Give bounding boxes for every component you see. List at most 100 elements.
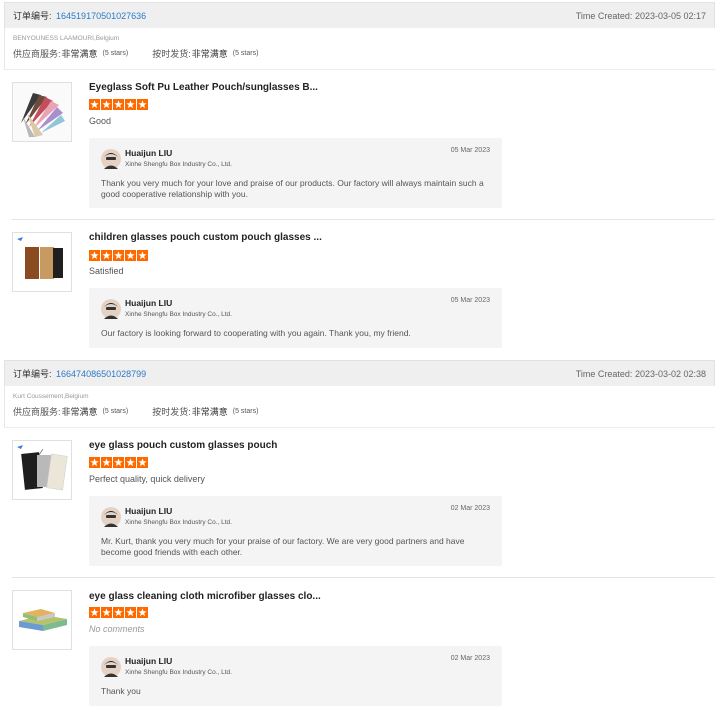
- cleaning-cloth-image: [13, 591, 71, 649]
- rating-value: 非常满意: [191, 407, 228, 417]
- reply-text: Thank you: [101, 686, 141, 696]
- product-title[interactable]: eye glass pouch custom glasses pouch: [89, 440, 277, 451]
- pouch-fan-image: [13, 83, 71, 141]
- reply-company: Xinhe Shengfu Box Industry Co., Ltd.: [125, 669, 232, 676]
- supplier-ratings: 供应商服务: 非常满意 (5 stars) 按时发货: 非常满意 (5 star…: [13, 405, 707, 418]
- reply-text: Our factory is looking forward to cooper…: [101, 328, 411, 338]
- product-thumbnail[interactable]: [12, 440, 72, 500]
- rating-value: 非常满意: [61, 49, 98, 59]
- star-icon: [113, 457, 124, 468]
- star-icon: [137, 99, 148, 110]
- order-card: 订单编号: 166474086501028799 Time Created: 2…: [4, 360, 715, 720]
- rating-stars-text: (5 stars): [102, 408, 129, 415]
- star-rating: [89, 99, 149, 110]
- time-created-label: Time Created:: [575, 368, 633, 379]
- buyer-block: BENYOUNESS LAAMOURI,Belgium 供应商服务: 非常满意 …: [4, 28, 715, 70]
- time-created-value: 2023-03-05 02:17: [634, 10, 706, 21]
- order-id: 订单编号: 166474086501028799: [13, 367, 146, 380]
- avatar-icon: [101, 657, 121, 677]
- reply-author-name: Huaijun LIU: [125, 656, 173, 666]
- rating-stars-text: (5 stars): [102, 50, 129, 57]
- product-title[interactable]: children glasses pouch custom pouch glas…: [89, 232, 322, 243]
- avatar-icon: [101, 299, 121, 319]
- rating-label: 供应商服务:: [13, 407, 61, 417]
- star-icon: [113, 607, 124, 618]
- product-thumbnail[interactable]: [12, 232, 72, 292]
- reply-date: 02 Mar 2023: [450, 505, 490, 512]
- order-number-link[interactable]: 164519170501027636: [56, 11, 146, 21]
- order-number-label: 订单编号:: [13, 11, 52, 21]
- rating-label: 按时发货:: [152, 49, 191, 59]
- time-created-label: Time Created:: [575, 10, 633, 21]
- rating-stars-text: (5 stars): [232, 50, 259, 57]
- star-rating: [89, 250, 149, 261]
- star-icon: [125, 457, 136, 468]
- product-title[interactable]: eye glass cleaning cloth microfiber glas…: [89, 591, 321, 602]
- star-icon: [137, 250, 148, 261]
- star-icon: [125, 99, 136, 110]
- star-icon: [113, 250, 124, 261]
- star-icon: [125, 607, 136, 618]
- review-item: eye glass cleaning cloth microfiber glas…: [12, 578, 715, 720]
- rating-stars-text: (5 stars): [232, 408, 259, 415]
- order-time: Time Created: 2023-03-02 02:38: [576, 369, 706, 379]
- product-title[interactable]: Eyeglass Soft Pu Leather Pouch/sunglasse…: [89, 82, 318, 93]
- order-number-label: 订单编号:: [13, 369, 52, 379]
- time-created-value: 2023-03-02 02:38: [634, 368, 706, 379]
- reply-date: 05 Mar 2023: [450, 147, 490, 154]
- rating-on-time-delivery: 按时发货: 非常满意 (5 stars): [152, 405, 258, 418]
- star-icon: [89, 607, 100, 618]
- star-icon: [137, 457, 148, 468]
- order-card: 订单编号: 164519170501027636 Time Created: 2…: [4, 2, 715, 360]
- buyer-name: Kurt Coussement,Belgium: [13, 393, 89, 400]
- star-icon: [101, 250, 112, 261]
- order-header: 订单编号: 166474086501028799 Time Created: 2…: [4, 360, 715, 386]
- star-icon: [113, 99, 124, 110]
- rating-label: 按时发货:: [152, 407, 191, 417]
- reply-author-name: Huaijun LIU: [125, 506, 173, 516]
- supplier-reply: Huaijun LIU Xinhe Shengfu Box Industry C…: [89, 288, 502, 348]
- avatar-icon: [101, 507, 121, 527]
- review-comment: Perfect quality, quick delivery: [89, 474, 205, 484]
- order-time: Time Created: 2023-03-05 02:17: [576, 11, 706, 21]
- supplier-reply: Huaijun LIU Xinhe Shengfu Box Industry C…: [89, 646, 502, 706]
- rating-value: 非常满意: [191, 49, 228, 59]
- drawstring-pouch-image: [13, 441, 71, 499]
- star-icon: [101, 99, 112, 110]
- rating-value: 非常满意: [61, 407, 98, 417]
- reply-company: Xinhe Shengfu Box Industry Co., Ltd.: [125, 161, 232, 168]
- supplier-reply: Huaijun LIU Xinhe Shengfu Box Industry C…: [89, 496, 502, 566]
- product-thumbnail[interactable]: [12, 590, 72, 650]
- supplier-reply: Huaijun LIU Xinhe Shengfu Box Industry C…: [89, 138, 502, 208]
- order-number-link[interactable]: 166474086501028799: [56, 369, 146, 379]
- avatar-icon: [101, 149, 121, 169]
- reply-date: 02 Mar 2023: [450, 655, 490, 662]
- review-comment: Satisfied: [89, 266, 124, 276]
- rating-supplier-service: 供应商服务: 非常满意 (5 stars): [13, 47, 128, 60]
- pouch-pair-image: [13, 233, 71, 291]
- reply-text: Mr. Kurt, thank you very much for your p…: [101, 536, 465, 557]
- star-rating: [89, 607, 149, 618]
- star-icon: [101, 457, 112, 468]
- star-icon: [137, 607, 148, 618]
- reply-author-name: Huaijun LIU: [125, 148, 173, 158]
- product-thumbnail[interactable]: [12, 82, 72, 142]
- order-header: 订单编号: 164519170501027636 Time Created: 2…: [4, 2, 715, 28]
- star-icon: [101, 607, 112, 618]
- reply-company: Xinhe Shengfu Box Industry Co., Ltd.: [125, 519, 232, 526]
- review-comment: Good: [89, 116, 112, 126]
- supplier-ratings: 供应商服务: 非常满意 (5 stars) 按时发货: 非常满意 (5 star…: [13, 47, 707, 60]
- reviews-page: 订单编号: 164519170501027636 Time Created: 2…: [0, 0, 720, 720]
- reply-text: Thank you very much for your love and pr…: [101, 178, 484, 199]
- rating-supplier-service: 供应商服务: 非常满意 (5 stars): [13, 405, 128, 418]
- review-comment: No comments: [89, 624, 145, 634]
- rating-on-time-delivery: 按时发货: 非常满意 (5 stars): [152, 47, 258, 60]
- reply-author-name: Huaijun LIU: [125, 298, 173, 308]
- rating-label: 供应商服务:: [13, 49, 61, 59]
- star-icon: [89, 99, 100, 110]
- buyer-name: BENYOUNESS LAAMOURI,Belgium: [13, 35, 120, 42]
- review-item: Eyeglass Soft Pu Leather Pouch/sunglasse…: [12, 70, 715, 220]
- review-item: children glasses pouch custom pouch glas…: [12, 220, 715, 360]
- review-item: eye glass pouch custom glasses pouch Per…: [12, 428, 715, 578]
- buyer-block: Kurt Coussement,Belgium 供应商服务: 非常满意 (5 s…: [4, 386, 715, 428]
